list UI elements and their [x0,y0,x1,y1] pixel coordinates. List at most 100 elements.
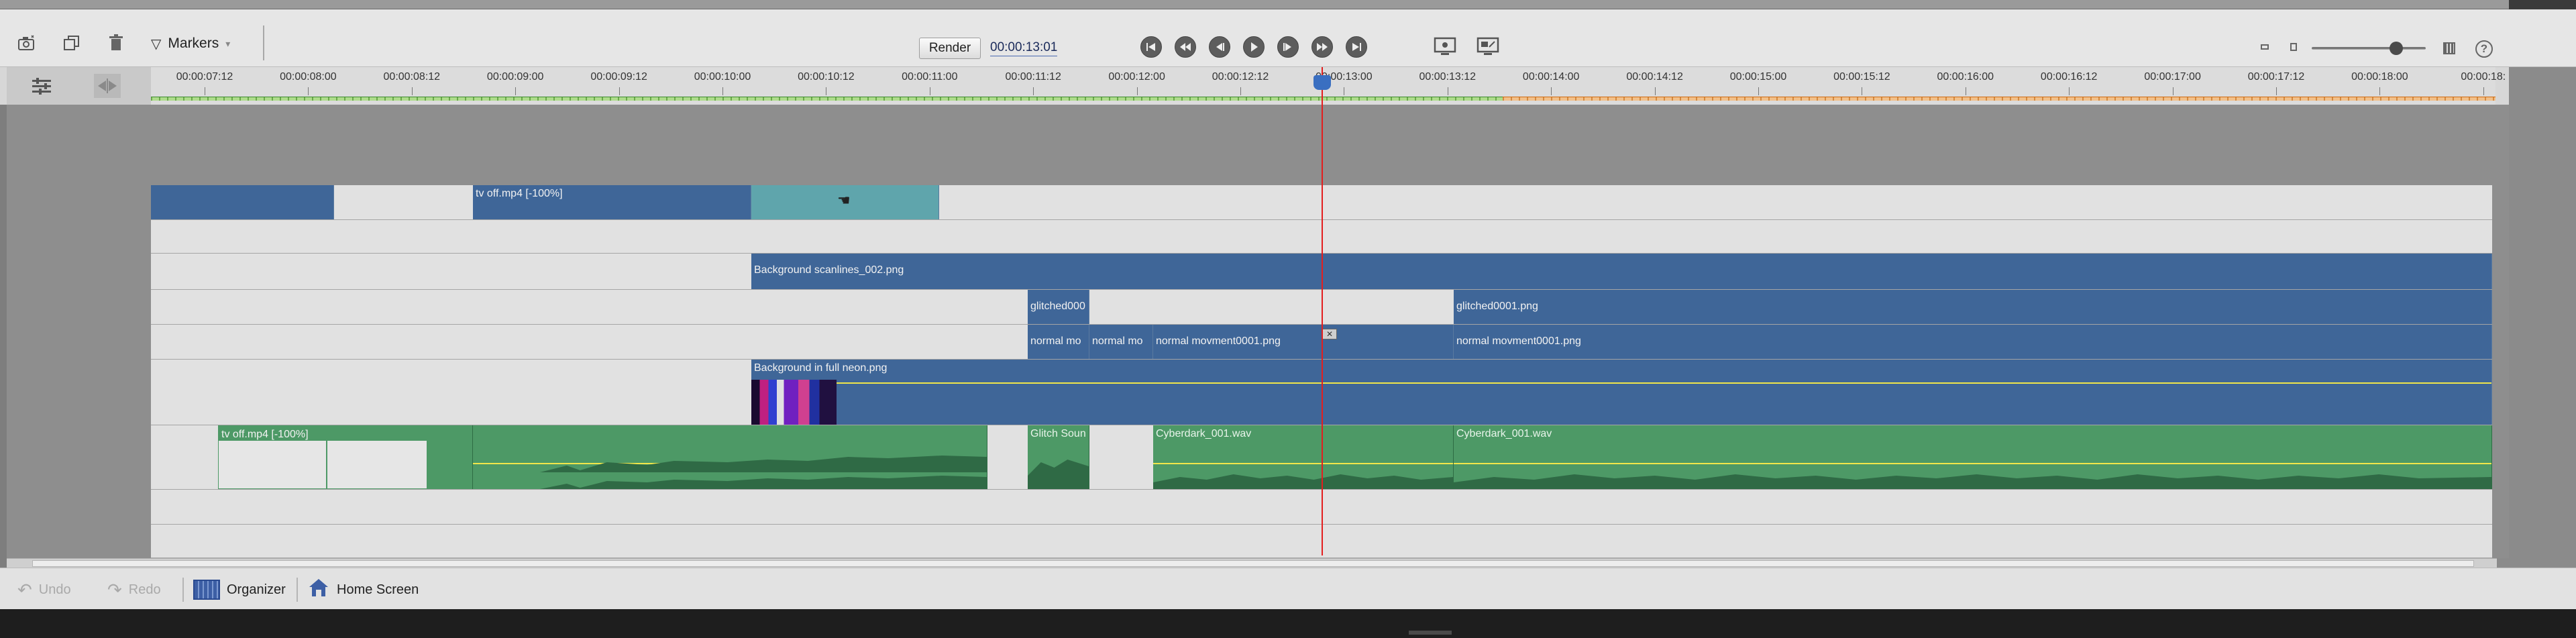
audio-clip[interactable]: Glitch Soun [1028,425,1089,489]
go-to-start-icon[interactable] [1140,36,1162,58]
bottom-divider [297,578,298,602]
ruler-tick-label: 00:00:18: [2461,71,2506,83]
ruler-tick-label: 00:00:09:12 [590,71,647,83]
ruler-tick-label: 00:00:09:00 [486,71,544,83]
trash-icon[interactable] [103,30,129,56]
clip-label: normal mo [1030,335,1081,347]
ruler-tick-label: 00:00:12:12 [1212,71,1269,83]
playhead-handle[interactable] [1313,75,1331,90]
undo-icon: ↶ [17,579,32,600]
video-clip[interactable] [151,185,334,219]
video-clip[interactable]: normal movment0001.png [1454,325,2492,359]
bottom-bar: ↶ Undo ↷ Redo Organizer Home Screen [0,568,2576,609]
zoom-slider-thumb[interactable] [2390,42,2403,55]
chevron-down-icon: ▾ [225,38,231,49]
video-clip[interactable]: normal mo [1089,325,1153,359]
step-back-icon[interactable] [1209,36,1230,58]
video-clip[interactable]: normal mo [1028,325,1089,359]
ruler-tick-label: 00:00:17:12 [2247,71,2305,83]
redo-label: Redo [128,582,161,597]
home-screen-button[interactable]: Home Screen [307,579,419,600]
bottom-divider [182,578,184,602]
transport-controls [1140,36,1367,58]
ruler-tick [2069,87,2070,95]
ruler-tick [1551,87,1552,95]
horizontal-scrollbar[interactable] [7,558,2497,568]
video-clip[interactable]: normal movment0001.png ✕ [1153,325,1454,359]
toolbar-divider [263,25,264,60]
ruler-tick [2483,87,2484,95]
redo-icon: ↷ [107,579,122,600]
current-timecode[interactable]: 00:00:13:01 [990,39,1058,56]
opacity-line[interactable] [751,382,2491,384]
ruler-tick-label: 00:00:18:00 [2351,71,2408,83]
audio-clip[interactable]: tv off.mp4 [-100%] [218,425,327,489]
play-icon[interactable] [1243,36,1265,58]
help-icon[interactable]: ? [2475,40,2493,58]
ruler-tick-label: 00:00:08:00 [280,71,337,83]
undo-button[interactable]: ↶ Undo [17,579,71,600]
ruler-tick-label: 00:00:12:00 [1108,71,1165,83]
fast-forward-icon[interactable] [1311,36,1333,58]
organizer-button[interactable]: Organizer [193,579,286,600]
render-button[interactable]: Render [919,38,981,59]
clip-label: normal movment0001.png [1456,335,1581,347]
organizer-label: Organizer [227,582,286,597]
go-to-end-icon[interactable] [1346,36,1367,58]
video-clip[interactable]: glitched0001.png [1454,290,2492,324]
markers-dropdown[interactable]: ▽ Markers ▾ [151,35,230,52]
clip-label: tv off.mp4 [-100%] [476,188,563,199]
waveform [473,456,987,489]
clip-label: glitched0001.png [1456,301,1538,312]
track-settings-icon[interactable] [28,74,55,98]
ruler-tick-label: 00:00:15:12 [1833,71,1890,83]
ruler-tick [1136,87,1138,95]
rendered-bar [151,97,1503,101]
home-icon [307,577,330,602]
video-clip[interactable]: Background in full neon.png [751,360,2492,425]
marker-icon: ▽ [151,36,162,52]
scrollbar-thumb[interactable] [32,560,2474,567]
audio-clip[interactable] [327,425,427,489]
transition-icon[interactable]: ✕ [1322,329,1337,339]
audio-clip[interactable]: Cyberdark_001.wav [1153,425,1454,489]
video-clip[interactable]: tv off.mp4 [-100%] [473,185,751,219]
zoom-out-icon[interactable] [2261,44,2269,50]
ruler-tick-label: 00:00:16:12 [2040,71,2098,83]
ruler-tick-label: 00:00:13:12 [1419,71,1477,83]
zoom-small-icon[interactable] [2290,43,2297,51]
ruler-tick [722,87,723,95]
playhead[interactable] [1322,67,1323,555]
audio-clip[interactable] [427,425,473,489]
audio-clip[interactable] [473,425,987,489]
audio-clip[interactable]: Cyberdark_001.wav [1454,425,2492,489]
camera-icon[interactable] [13,30,40,56]
zoom-slider-track[interactable] [2312,47,2426,50]
rewind-icon[interactable] [1175,36,1196,58]
ruler-tick-label: 00:00:14:00 [1522,71,1580,83]
video-clip-selected[interactable]: ☚ [751,185,939,219]
ruler-tick-label: 00:00:10:00 [694,71,751,83]
clip-label: Background scanlines_002.png [754,264,904,276]
ruler-tick-label: 00:00:10:12 [798,71,855,83]
fullscreen-monitor-icon[interactable] [1476,36,1500,58]
ruler-tick [1654,87,1656,95]
redo-button[interactable]: ↷ Redo [107,579,161,600]
ruler-tick-label: 00:00:14:12 [1626,71,1683,83]
left-gutter [0,105,7,568]
snap-icon[interactable] [94,74,121,98]
markers-label: Markers [168,36,219,51]
clip-thumbnail [751,380,837,425]
step-forward-icon[interactable] [1277,36,1299,58]
hand-cursor-icon: ☚ [837,192,851,209]
video-clip[interactable]: glitched000 [1028,290,1089,324]
zoom-in-icon[interactable] [2443,42,2455,54]
clip-label: glitched000 [1030,301,1085,312]
ruler-tick-label: 00:00:07:12 [176,71,233,83]
video-clip[interactable]: Background scanlines_002.png [751,254,2492,289]
monitor-icon[interactable] [1433,36,1457,58]
clip-label: normal movment0001.png [1156,335,1281,347]
ruler-tick [1758,87,1759,95]
timeline-toolbar: ▽ Markers ▾ Render 00:00:13:01 ? [0,9,2576,67]
duplicate-icon[interactable] [58,30,85,56]
